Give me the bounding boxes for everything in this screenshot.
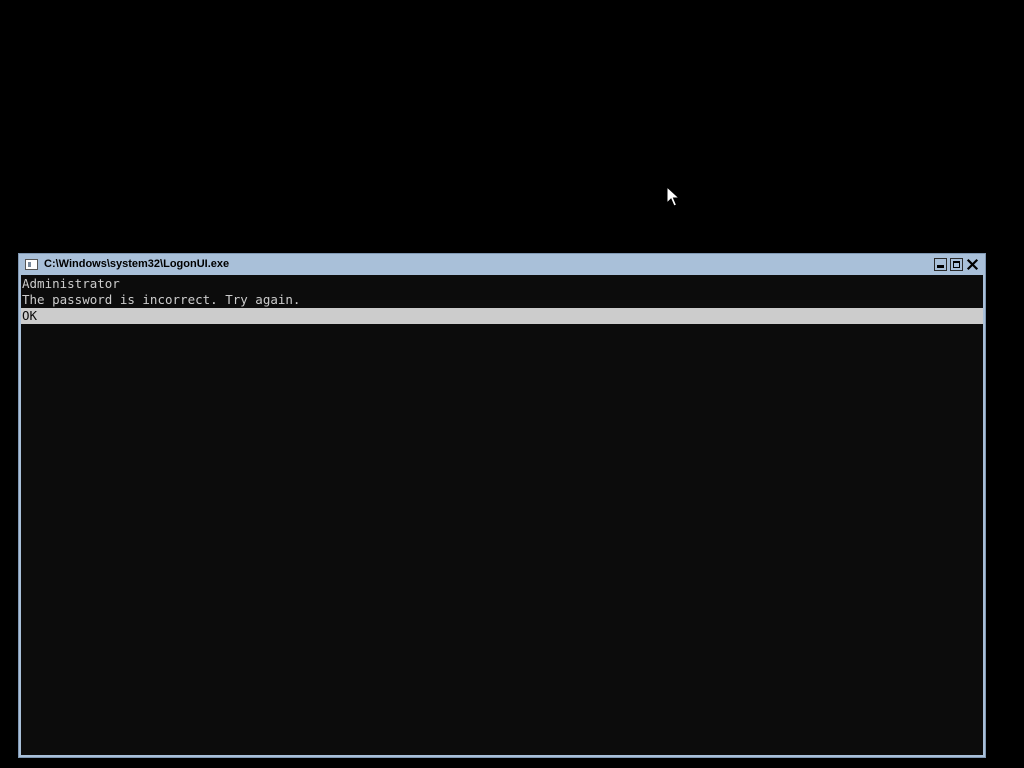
window-titlebar[interactable]: C:\Windows\system32\LogonUI.exe: [19, 254, 985, 275]
minimize-icon[interactable]: [934, 258, 947, 271]
console-app-icon: [25, 259, 38, 270]
console-area: Administrator The password is incorrect.…: [21, 275, 983, 755]
maximize-icon[interactable]: [950, 258, 963, 271]
ok-button[interactable]: OK: [21, 308, 983, 324]
window-title: C:\Windows\system32\LogonUI.exe: [44, 258, 230, 270]
mouse-cursor-icon: [666, 186, 680, 207]
close-icon[interactable]: [966, 258, 979, 271]
desktop: C:\Windows\system32\LogonUI.exe Administ…: [0, 0, 1024, 768]
username-text: Administrator: [22, 276, 120, 291]
error-message: The password is incorrect. Try again.: [22, 292, 301, 307]
logonui-window: C:\Windows\system32\LogonUI.exe Administ…: [18, 253, 986, 758]
